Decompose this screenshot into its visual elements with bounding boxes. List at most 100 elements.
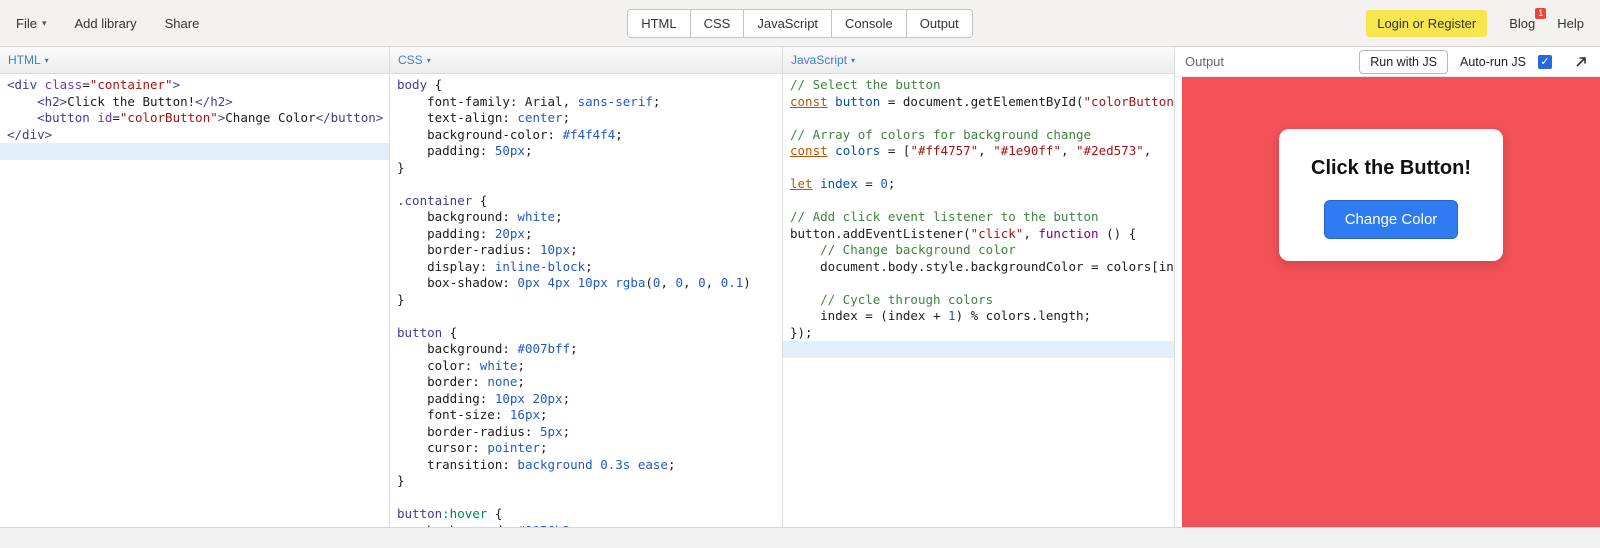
topbar-right: Login or Register Blog 1 Help bbox=[973, 10, 1584, 37]
panel-toggle-tabs: HTMLCSSJavaScriptConsoleOutput bbox=[627, 9, 973, 38]
css-panel-menu[interactable]: CSS ▾ bbox=[398, 53, 431, 67]
code-line[interactable]: text-align: center; bbox=[390, 110, 782, 127]
code-line[interactable]: background: #0056b3; bbox=[390, 523, 782, 528]
css-code-editor[interactable]: body { font-family: Arial, sans-serif; t… bbox=[390, 74, 782, 527]
code-line[interactable]: } bbox=[390, 292, 782, 309]
html-panel-menu[interactable]: HTML ▾ bbox=[8, 53, 49, 67]
chevron-down-icon: ▾ bbox=[427, 56, 431, 65]
code-line[interactable]: font-family: Arial, sans-serif; bbox=[390, 94, 782, 111]
code-line[interactable] bbox=[783, 275, 1174, 292]
code-line[interactable]: padding: 10px 20px; bbox=[390, 391, 782, 408]
preview-card: Click the Button! Change Color bbox=[1279, 129, 1503, 261]
code-line[interactable]: <div class="container"> bbox=[0, 77, 389, 94]
tab-html[interactable]: HTML bbox=[627, 9, 690, 38]
code-line[interactable]: // Change background color bbox=[783, 242, 1174, 259]
chevron-down-icon: ▾ bbox=[851, 56, 855, 65]
code-line[interactable] bbox=[0, 143, 389, 160]
code-line[interactable]: index = (index + 1) % colors.length; bbox=[783, 308, 1174, 325]
tab-javascript[interactable]: JavaScript bbox=[743, 9, 832, 38]
html-code-editor[interactable]: <div class="container"> <h2>Click the Bu… bbox=[0, 74, 389, 527]
output-panel-header: Output Run with JS Auto-run JS ✓ bbox=[1175, 47, 1600, 77]
preview-heading: Click the Button! bbox=[1311, 157, 1471, 180]
code-line[interactable]: cursor: pointer; bbox=[390, 440, 782, 457]
run-with-js-button[interactable]: Run with JS bbox=[1359, 50, 1448, 74]
topbar: File ▾ Add library Share HTMLCSSJavaScri… bbox=[0, 0, 1600, 47]
css-panel-label: CSS bbox=[398, 53, 423, 67]
code-line[interactable] bbox=[390, 176, 782, 193]
code-line[interactable]: document.body.style.backgroundColor = co… bbox=[783, 259, 1174, 276]
output-panel-title: Output bbox=[1185, 54, 1224, 69]
output-controls: Run with JS Auto-run JS ✓ bbox=[1359, 50, 1588, 74]
login-register-button[interactable]: Login or Register bbox=[1366, 10, 1487, 37]
chevron-down-icon: ▾ bbox=[42, 18, 47, 29]
code-line[interactable]: <h2>Click the Button!</h2> bbox=[0, 94, 389, 111]
code-line[interactable]: button.addEventListener("click", functio… bbox=[783, 226, 1174, 243]
autorun-checkbox[interactable]: ✓ bbox=[1538, 55, 1552, 69]
share-button[interactable]: Share bbox=[165, 16, 200, 31]
code-line[interactable]: // Array of colors for background change bbox=[783, 127, 1174, 144]
code-line[interactable]: // Add click event listener to the butto… bbox=[783, 209, 1174, 226]
html-panel: HTML ▾ <div class="container"> <h2>Click… bbox=[0, 47, 390, 527]
code-line[interactable]: button { bbox=[390, 325, 782, 342]
bottom-scrollbar-strip[interactable] bbox=[0, 527, 1600, 548]
code-line[interactable]: let index = 0; bbox=[783, 176, 1174, 193]
code-line[interactable]: color: white; bbox=[390, 358, 782, 375]
code-line[interactable]: padding: 20px; bbox=[390, 226, 782, 243]
add-library-button[interactable]: Add library bbox=[74, 16, 136, 31]
html-panel-label: HTML bbox=[8, 53, 41, 67]
code-line[interactable] bbox=[783, 110, 1174, 127]
code-line[interactable] bbox=[390, 308, 782, 325]
code-line[interactable]: border-radius: 10px; bbox=[390, 242, 782, 259]
code-line[interactable]: background: white; bbox=[390, 209, 782, 226]
html-panel-header: HTML ▾ bbox=[0, 47, 389, 74]
code-line[interactable]: box-shadow: 0px 4px 10px rgba(0, 0, 0, 0… bbox=[390, 275, 782, 292]
code-line[interactable]: border-radius: 5px; bbox=[390, 424, 782, 441]
code-line[interactable] bbox=[783, 193, 1174, 210]
code-line[interactable]: display: inline-block; bbox=[390, 259, 782, 276]
topbar-left: File ▾ Add library Share bbox=[16, 16, 627, 31]
expand-arrow-icon[interactable] bbox=[1574, 55, 1588, 69]
code-line[interactable]: background-color: #f4f4f4; bbox=[390, 127, 782, 144]
output-preview: Click the Button! Change Color bbox=[1182, 77, 1600, 527]
code-line[interactable]: .container { bbox=[390, 193, 782, 210]
tab-css[interactable]: CSS bbox=[690, 9, 745, 38]
blog-label: Blog bbox=[1509, 16, 1535, 31]
blog-notification-badge: 1 bbox=[1535, 8, 1546, 19]
add-library-label: Add library bbox=[74, 16, 136, 31]
autorun-label: Auto-run JS bbox=[1460, 55, 1526, 69]
code-line[interactable]: } bbox=[390, 473, 782, 490]
code-line[interactable]: <button id="colorButton">Change Color</b… bbox=[0, 110, 389, 127]
code-line[interactable]: </div> bbox=[0, 127, 389, 144]
code-line[interactable]: const button = document.getElementById("… bbox=[783, 94, 1174, 111]
javascript-panel-label: JavaScript bbox=[791, 53, 847, 67]
code-line[interactable]: } bbox=[390, 160, 782, 177]
tab-console[interactable]: Console bbox=[831, 9, 907, 38]
code-line[interactable] bbox=[783, 341, 1174, 358]
preview-change-color-button[interactable]: Change Color bbox=[1324, 200, 1459, 239]
code-line[interactable]: font-size: 16px; bbox=[390, 407, 782, 424]
help-link[interactable]: Help bbox=[1557, 16, 1584, 31]
code-line[interactable] bbox=[783, 160, 1174, 177]
javascript-panel-header: JavaScript ▾ bbox=[783, 47, 1174, 74]
editor-grid: HTML ▾ <div class="container"> <h2>Click… bbox=[0, 47, 1600, 527]
code-line[interactable]: const colors = ["#ff4757", "#1e90ff", "#… bbox=[783, 143, 1174, 160]
code-line[interactable]: background: #007bff; bbox=[390, 341, 782, 358]
share-label: Share bbox=[165, 16, 200, 31]
code-line[interactable]: body { bbox=[390, 77, 782, 94]
code-line[interactable] bbox=[390, 490, 782, 507]
javascript-panel: JavaScript ▾ // Select the buttonconst b… bbox=[783, 47, 1175, 527]
code-line[interactable]: border: none; bbox=[390, 374, 782, 391]
code-line[interactable]: // Select the button bbox=[783, 77, 1174, 94]
code-line[interactable]: transition: background 0.3s ease; bbox=[390, 457, 782, 474]
css-panel: CSS ▾ body { font-family: Arial, sans-se… bbox=[390, 47, 783, 527]
code-line[interactable]: button:hover { bbox=[390, 506, 782, 523]
code-line[interactable]: padding: 50px; bbox=[390, 143, 782, 160]
code-line[interactable]: }); bbox=[783, 325, 1174, 342]
code-line[interactable]: // Cycle through colors bbox=[783, 292, 1174, 309]
tab-output[interactable]: Output bbox=[906, 9, 973, 38]
blog-link[interactable]: Blog 1 bbox=[1509, 16, 1535, 31]
output-panel: Output Run with JS Auto-run JS ✓ Click t… bbox=[1175, 47, 1600, 527]
file-menu[interactable]: File ▾ bbox=[16, 16, 46, 31]
javascript-panel-menu[interactable]: JavaScript ▾ bbox=[791, 53, 855, 67]
javascript-code-editor[interactable]: // Select the buttonconst button = docum… bbox=[783, 74, 1174, 527]
